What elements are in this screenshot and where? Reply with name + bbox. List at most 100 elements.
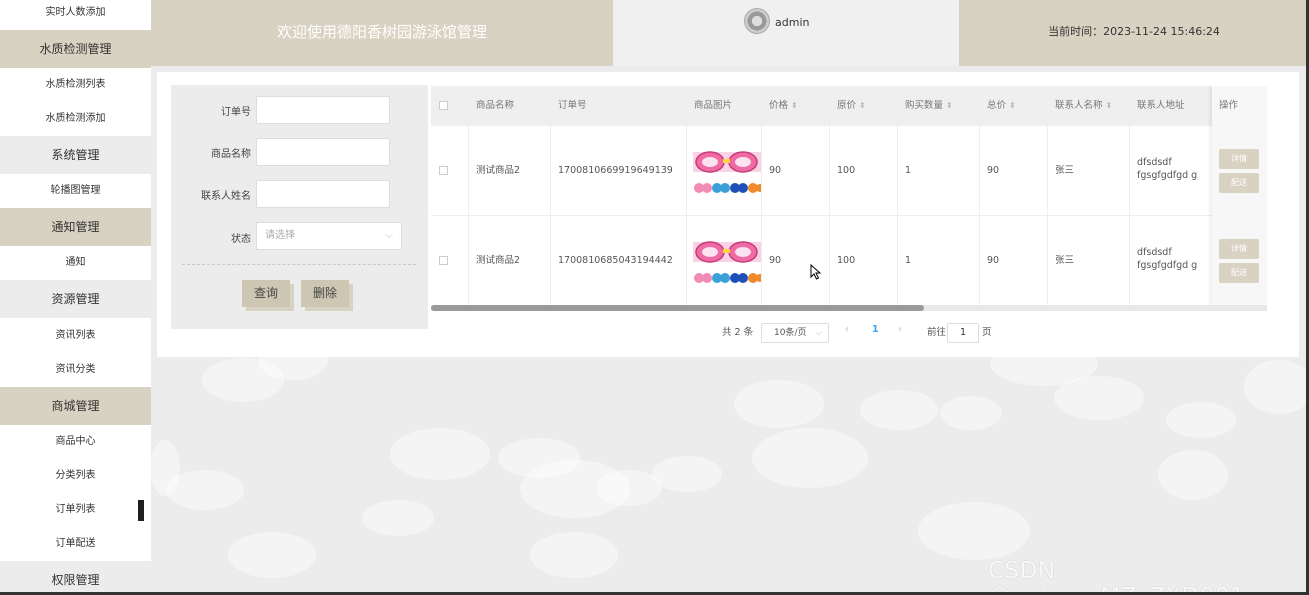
goto-label: 前往 bbox=[927, 327, 947, 338]
sidebar-item-notice[interactable]: 通知 bbox=[0, 246, 151, 280]
table-header: 商品名称 订单号 商品图片 价格 ⬍ 原价 ⬍ 购买数量 ⬍ 总价 ⬍ 联系人名称 ⬍ 联… bbox=[431, 86, 1267, 126]
product-name-label: 商品名称 bbox=[211, 149, 251, 160]
page-suffix: 页 bbox=[982, 327, 992, 338]
sidebar-item-product-center[interactable]: 商品中心 bbox=[0, 425, 151, 459]
status-select[interactable]: 请选择 ⌵ bbox=[256, 222, 402, 250]
col-total[interactable]: 总价 ⬍ bbox=[980, 86, 1048, 126]
sort-icon[interactable]: ⬍ bbox=[946, 101, 953, 110]
sort-icon[interactable]: ⬍ bbox=[859, 101, 866, 110]
sidebar-item-label: 资讯分类 bbox=[55, 364, 96, 375]
cell-quantity: 1 bbox=[898, 126, 980, 215]
col-label: 原价 bbox=[837, 100, 857, 111]
page-size-value: 10条/页 bbox=[774, 328, 807, 338]
sidebar-item-label: 订单配送 bbox=[55, 538, 96, 549]
header-user[interactable]: admin bbox=[613, 0, 959, 66]
page-size-select[interactable]: 10条/页 ⌵ bbox=[761, 323, 829, 343]
col-label: 联系人名称 bbox=[1055, 100, 1103, 111]
cell-contact-name: 张三 bbox=[1048, 126, 1130, 215]
detail-button[interactable]: 详情 bbox=[1219, 239, 1259, 259]
cell-product-image bbox=[687, 216, 762, 305]
deliver-button[interactable]: 配送 bbox=[1219, 173, 1259, 193]
sidebar-item-label: 水质检测管理 bbox=[39, 42, 112, 56]
table-scrollbar[interactable] bbox=[431, 305, 1267, 311]
col-product-name: 商品名称 bbox=[469, 86, 551, 126]
cell-quantity: 1 bbox=[898, 216, 980, 305]
sidebar-item-label: 实时人数添加 bbox=[45, 7, 106, 18]
sidebar-item-order-delivery[interactable]: 订单配送 bbox=[0, 527, 151, 561]
scrollbar-thumb[interactable] bbox=[431, 305, 924, 311]
detail-button[interactable]: 详情 bbox=[1219, 149, 1259, 169]
sidebar-group-water-quality[interactable]: 水质检测管理 bbox=[0, 30, 151, 68]
sidebar-item-label: 权限管理 bbox=[51, 573, 100, 587]
order-no-label: 订单号 bbox=[221, 107, 251, 118]
sidebar-group-permissions[interactable]: 权限管理 bbox=[0, 561, 151, 595]
row-checkbox[interactable] bbox=[439, 166, 448, 175]
col-actions: 操作 bbox=[1219, 100, 1239, 111]
sidebar-group-system[interactable]: 系统管理 bbox=[0, 136, 151, 174]
col-label: 价格 bbox=[769, 100, 789, 111]
page-number-current[interactable]: 1 bbox=[872, 324, 879, 335]
product-name-input[interactable] bbox=[256, 138, 390, 166]
col-label: 订单号 bbox=[558, 100, 587, 111]
sidebar-item-realtime-count-add[interactable]: 实时人数添加 bbox=[0, 0, 151, 30]
sidebar-item-label: 轮播图管理 bbox=[50, 185, 101, 196]
sidebar-item-news-category[interactable]: 资讯分类 bbox=[0, 353, 151, 387]
sidebar-item-label: 资源管理 bbox=[51, 292, 100, 306]
col-label: 总价 bbox=[987, 100, 1007, 111]
watermark: CSDN @weixin_MZ_ZXD001 bbox=[988, 558, 1245, 595]
sidebar-item-news-list[interactable]: 资讯列表 bbox=[0, 319, 151, 353]
goggles-image[interactable] bbox=[693, 240, 761, 286]
cell-contact-name: 张三 bbox=[1048, 216, 1130, 305]
goto-page-input[interactable]: 1 bbox=[947, 323, 979, 343]
actions-column: 操作 详情 配送 详情 配送 bbox=[1212, 86, 1267, 306]
col-contact-address: 联系人地址 bbox=[1130, 86, 1212, 126]
sidebar-item-category-list[interactable]: 分类列表 bbox=[0, 459, 151, 493]
sidebar-item-label: 订单列表 bbox=[55, 504, 96, 515]
deliver-button[interactable]: 配送 bbox=[1219, 263, 1259, 283]
next-page-icon[interactable]: › bbox=[898, 324, 902, 335]
prev-page-icon[interactable]: ‹ bbox=[845, 324, 849, 335]
col-price[interactable]: 价格 ⬍ bbox=[762, 86, 830, 126]
table-row: 测试商品2 1700810685043194442 90 100 1 90 张三… bbox=[431, 216, 1267, 306]
cell-product-name: 测试商品2 bbox=[469, 126, 551, 215]
sort-icon[interactable]: ⬍ bbox=[1106, 101, 1113, 110]
col-contact-name[interactable]: 联系人名称 ⬍ bbox=[1048, 86, 1130, 126]
cell-total: 90 bbox=[980, 126, 1048, 215]
goggles-image[interactable] bbox=[693, 150, 761, 196]
sidebar-item-label: 分类列表 bbox=[55, 470, 96, 481]
header-title: 欢迎使用德阳香树园游泳馆管理 bbox=[151, 0, 613, 66]
cell-original-price: 100 bbox=[830, 126, 898, 215]
row-checkbox[interactable] bbox=[439, 256, 448, 265]
cell-contact-address: dfsdsdf fgsgfgdfgd g bbox=[1137, 157, 1198, 181]
current-time: 当前时间：2023-11-24 15:46:24 bbox=[1048, 25, 1220, 38]
cell-price: 90 bbox=[762, 216, 830, 305]
select-all-checkbox[interactable] bbox=[439, 101, 448, 110]
col-original-price[interactable]: 原价 ⬍ bbox=[830, 86, 898, 126]
header-select-cell bbox=[431, 86, 469, 126]
search-form: 订单号 商品名称 联系人姓名 状态 请选择 ⌵ 查询 删除 bbox=[171, 85, 428, 329]
sidebar-group-notice[interactable]: 通知管理 bbox=[0, 208, 151, 246]
col-label: 联系人地址 bbox=[1137, 100, 1185, 111]
cell-contact-address: dfsdsdf fgsgfgdfgd g bbox=[1137, 247, 1198, 271]
sidebar-item-order-list[interactable]: 订单列表 bbox=[0, 493, 151, 527]
username[interactable]: admin bbox=[775, 16, 809, 29]
col-order-no: 订单号 bbox=[551, 86, 687, 126]
query-button[interactable]: 查询 bbox=[242, 280, 290, 307]
sidebar-item-carousel[interactable]: 轮播图管理 bbox=[0, 174, 151, 208]
sort-icon[interactable]: ⬍ bbox=[1009, 101, 1016, 110]
row-select-cell bbox=[431, 216, 469, 305]
contact-name-input[interactable] bbox=[256, 180, 390, 208]
sidebar-group-resources[interactable]: 资源管理 bbox=[0, 280, 151, 318]
table-row: 测试商品2 1700810669919649139 90 100 1 90 张三… bbox=[431, 126, 1267, 216]
delete-button[interactable]: 删除 bbox=[301, 280, 349, 307]
avatar[interactable] bbox=[744, 8, 770, 34]
col-quantity[interactable]: 购买数量 ⬍ bbox=[898, 86, 980, 126]
sidebar-item-water-quality-add[interactable]: 水质检测添加 bbox=[0, 102, 151, 136]
order-no-input[interactable] bbox=[256, 96, 390, 124]
sidebar-active-indicator bbox=[138, 500, 144, 521]
sort-icon[interactable]: ⬍ bbox=[791, 101, 798, 110]
sidebar-item-water-quality-list[interactable]: 水质检测列表 bbox=[0, 68, 151, 102]
mouse-cursor-icon bbox=[810, 264, 822, 280]
sidebar-group-mall[interactable]: 商城管理 bbox=[0, 387, 151, 425]
cell-original-price: 100 bbox=[830, 216, 898, 305]
